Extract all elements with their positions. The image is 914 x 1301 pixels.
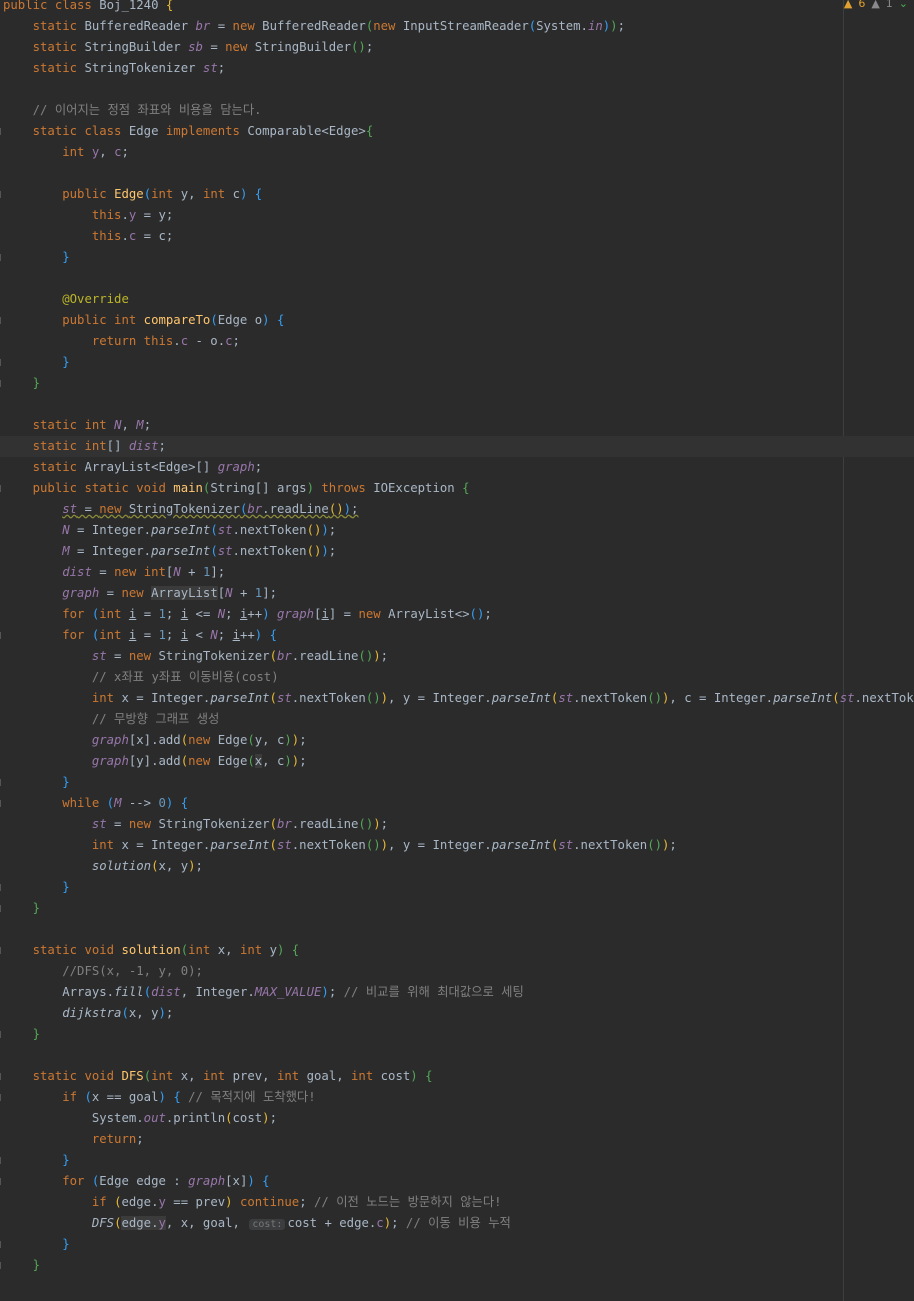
code-line: }	[0, 877, 914, 898]
code-line: dist = new int[N + 1];	[62, 565, 226, 579]
parameter-hint: cost:	[249, 1219, 286, 1230]
code-line: st = new StringTokenizer(br.readLine());	[62, 502, 359, 516]
code-line: }	[0, 1255, 914, 1276]
code-line: DFS(edge.y, x, goal, cost: cost + edge.c)…	[91, 1216, 511, 1230]
code-line: public static void main(String[] args) t…	[0, 478, 914, 499]
code-line: }	[0, 373, 914, 394]
code-line: graph = new ArrayList[N + 1];	[62, 586, 277, 600]
code-line: // 무방향 그래프 생성	[0, 709, 914, 730]
code-line: static class Edge implements Comparable<…	[0, 121, 914, 142]
code-line: public Edge(int y, int c) {	[0, 184, 914, 205]
code-line: System.out.println(cost);	[3, 1111, 277, 1125]
comment: //DFS(x, -1, y, 0);	[62, 964, 203, 978]
code-line: return this.c - o.c;	[91, 334, 240, 348]
code-line: }	[0, 1150, 914, 1171]
code-line: }	[0, 1024, 914, 1045]
code-line: public class Boj_1240 {	[3, 0, 174, 12]
code-line: static BufferedReader br = new BufferedR…	[32, 19, 625, 33]
code-line: Arrays.fill(dist, Integer.MAX_VALUE); //…	[3, 985, 524, 999]
code-line: static void DFS(int x, int prev, int goa…	[0, 1066, 914, 1087]
code-line: dijkstra(x, y);	[62, 1006, 174, 1020]
comment: // 이어지는 정점 좌표와 비용을 담는다.	[32, 103, 262, 117]
comment: // 목적지에 도착했다!	[188, 1090, 316, 1104]
code-line: static int N, M;	[32, 418, 152, 432]
code-line: for (Edge edge : graph[x]) {	[0, 1171, 914, 1192]
comment: // 이전 노드는 방문하지 않는다!	[314, 1195, 502, 1209]
code-line: graph[y].add(new Edge(x, c));	[91, 754, 307, 768]
code-line: static StringBuilder sb = new StringBuil…	[32, 40, 374, 54]
code-line: graph[x].add(new Edge(y, c));	[91, 733, 307, 747]
code-line: st = new StringTokenizer(br.readLine());	[91, 649, 389, 663]
code-line: }	[0, 1234, 914, 1255]
code-line: }	[0, 352, 914, 373]
code-line: for (int i = 1; i < N; i++) {	[0, 625, 914, 646]
code-line: for (int i = 1; i <= N; i++) graph[i] = …	[62, 607, 492, 621]
code-line: }	[0, 247, 914, 268]
code-line: // x좌표 y좌표 이동비용(cost)	[0, 667, 914, 688]
code-line: while (M --> 0) {	[0, 793, 914, 814]
code-line: if (edge.y == prev) continue; // 이전 노드는 …	[91, 1195, 502, 1209]
code-line-current: static int[] dist;	[0, 436, 914, 457]
code-line: public int compareTo(Edge o) {	[0, 310, 914, 331]
comment: // x좌표 y좌표 이동비용(cost)	[91, 670, 279, 684]
code-line: st = new StringTokenizer(br.readLine());	[91, 817, 389, 831]
code-line: static void solution(int x, int y) {	[0, 940, 914, 961]
code-line: M = Integer.parseInt(st.nextToken());	[62, 544, 337, 558]
code-line: int x = Integer.parseInt(st.nextToken())…	[91, 838, 677, 852]
code-editor[interactable]: ▲ 6 ▲ 1 ⌄ public class Boj_1240 { static…	[0, 0, 914, 1301]
code-line: }	[0, 772, 914, 793]
code-line: static ArrayList<Edge>[] graph;	[32, 460, 263, 474]
code-line: N = Integer.parseInt(st.nextToken());	[62, 523, 337, 537]
comment: // 이동 비용 누적	[405, 1216, 511, 1230]
comment: // 비교를 위해 최대값으로 세팅	[343, 985, 524, 999]
code-line: int y, c;	[62, 145, 129, 159]
code-line: this.c = c;	[91, 229, 174, 243]
code-line: int x = Integer.parseInt(st.nextToken())…	[91, 691, 914, 705]
code-line: //DFS(x, -1, y, 0);	[0, 961, 914, 982]
code-line: solution(x, y);	[91, 859, 203, 873]
code-line: }	[0, 898, 914, 919]
code-line: // 이어지는 정점 좌표와 비용을 담는다.	[0, 100, 914, 121]
comment: // 무방향 그래프 생성	[91, 712, 220, 726]
code-line: return;	[91, 1132, 144, 1146]
code-line: if (x == goal) { // 목적지에 도착했다!	[0, 1087, 914, 1108]
code-line: static StringTokenizer st;	[32, 61, 226, 75]
code-line: @Override	[62, 292, 129, 306]
code-line: this.y = y;	[91, 208, 174, 222]
